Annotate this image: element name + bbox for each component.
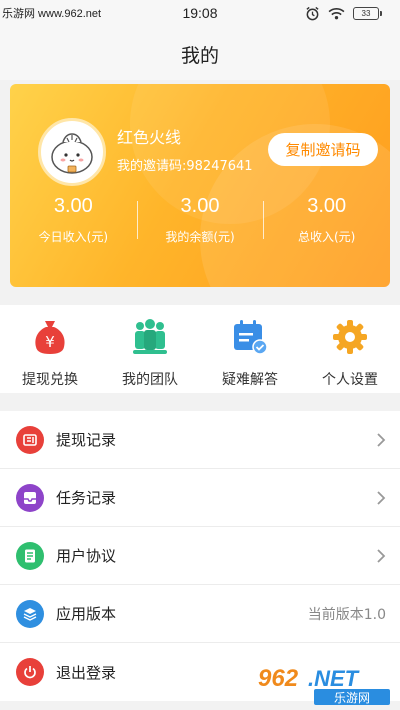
stat-value: 3.00: [53, 195, 93, 217]
menu-item-withdraw-records[interactable]: 提现记录: [0, 411, 400, 469]
layers-icon: [16, 600, 44, 628]
chevron-right-icon: [377, 549, 386, 563]
quick-action-team[interactable]: 我的团队: [100, 305, 200, 393]
status-icons: 33: [305, 6, 382, 21]
svg-text:962: 962: [258, 665, 299, 692]
page-header: 我的: [0, 28, 400, 80]
menu-item-label: 用户协议: [56, 547, 117, 565]
calendar-check-icon: [230, 317, 270, 357]
task-record-icon: [16, 484, 44, 512]
menu-item-label: 任务记录: [56, 489, 117, 507]
withdraw-record-icon: [16, 426, 44, 454]
status-bar: 乐游网 www.962.net 19:08 33: [0, 0, 400, 28]
quick-action-label: 个人设置: [322, 372, 378, 388]
quick-action-settings[interactable]: 个人设置: [300, 305, 400, 393]
stat-label: 总收入(元): [297, 230, 356, 244]
chevron-right-icon: [377, 433, 386, 447]
bun-mascot-icon: [51, 133, 93, 174]
team-icon: [130, 317, 170, 357]
current-version: 当前版本1.0: [307, 606, 386, 623]
settings-menu: 提现记录 任务记录 用户协议 应用版本 当前版本1.0 退出登录: [0, 411, 400, 701]
quick-actions: ¥ 提现兑换 我的团队 疑难解答 个人设置: [0, 305, 400, 393]
svg-text:乐游网: 乐游网: [334, 691, 370, 705]
gear-icon: [330, 317, 370, 357]
copy-invite-code-button[interactable]: 复制邀请码: [268, 133, 378, 166]
stat-label: 我的余额(元): [165, 230, 235, 244]
quick-action-label: 疑难解答: [222, 372, 278, 388]
site-watermark-logo: 962 .NET 乐游网: [258, 665, 390, 705]
menu-item-user-agreement[interactable]: 用户协议: [0, 527, 400, 585]
quick-action-label: 我的团队: [122, 372, 178, 388]
menu-item-label: 提现记录: [56, 431, 117, 449]
invite-code: 我的邀请码:98247641: [117, 159, 253, 174]
menu-item-label: 应用版本: [56, 605, 117, 623]
svg-text:¥: ¥: [45, 333, 55, 351]
menu-item-label: 退出登录: [56, 663, 117, 682]
svg-text:.NET: .NET: [308, 666, 360, 691]
avatar[interactable]: [38, 118, 106, 186]
battery-level: 33: [353, 7, 379, 20]
quick-action-withdraw[interactable]: ¥ 提现兑换: [0, 305, 100, 393]
document-icon: [16, 542, 44, 570]
profile-card: 红色火线 我的邀请码:98247641 复制邀请码 3.00 今日收入(元) 3…: [10, 84, 390, 287]
page-title: 我的: [180, 44, 219, 67]
stat-value: 3.00: [180, 195, 220, 217]
money-bag-icon: ¥: [30, 317, 70, 357]
alarm-icon: [306, 6, 319, 21]
quick-action-faq[interactable]: 疑难解答: [200, 305, 300, 393]
earnings-stats: 3.00 今日收入(元) 3.00 我的余额(元) 3.00 总收入(元): [10, 195, 390, 255]
stat-label: 今日收入(元): [38, 230, 109, 244]
battery-icon: 33: [353, 7, 382, 20]
stat-balance: 3.00 我的余额(元): [136, 195, 264, 255]
stat-today-income: 3.00 今日收入(元): [10, 195, 137, 255]
wifi-icon: [328, 8, 345, 20]
quick-action-label: 提现兑换: [22, 372, 78, 388]
user-name: 红色火线: [117, 128, 182, 147]
chevron-right-icon: [377, 491, 386, 505]
stat-total-income: 3.00 总收入(元): [263, 195, 390, 255]
stat-value: 3.00: [307, 195, 347, 217]
menu-item-task-records[interactable]: 任务记录: [0, 469, 400, 527]
menu-item-app-version[interactable]: 应用版本 当前版本1.0: [0, 585, 400, 643]
power-icon: [16, 658, 44, 686]
